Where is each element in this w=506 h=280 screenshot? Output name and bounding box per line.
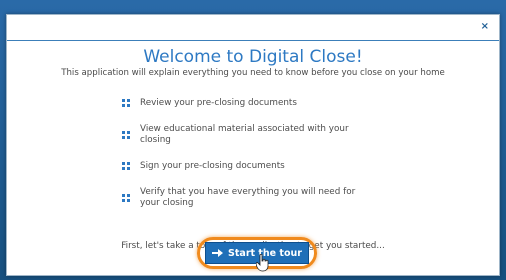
header-divider <box>7 40 499 41</box>
bullet-dots-icon <box>120 160 132 172</box>
bullet-dots-icon <box>120 97 132 109</box>
list-item: Sign your pre-closing documents <box>120 160 370 172</box>
dialog-subtitle: This application will explain everything… <box>61 68 445 78</box>
arrow-right-icon <box>212 248 224 258</box>
list-item: Review your pre-closing documents <box>120 97 370 109</box>
hand-cursor-icon <box>256 254 269 272</box>
list-item-label: View educational material associated wit… <box>140 124 349 145</box>
bullet-dots-icon <box>120 192 132 204</box>
close-icon[interactable]: × <box>481 21 489 33</box>
bullet-dots-icon <box>120 129 132 141</box>
list-item-label: Verify that you have everything you will… <box>140 187 356 208</box>
dialog-title: Welcome to Digital Close! <box>143 47 363 67</box>
list-item: Verify that you have everything you will… <box>120 187 365 209</box>
list-item: View educational material associated wit… <box>120 124 355 146</box>
list-item-label: Sign your pre-closing documents <box>140 160 285 171</box>
list-item-label: Review your pre-closing documents <box>140 97 297 108</box>
